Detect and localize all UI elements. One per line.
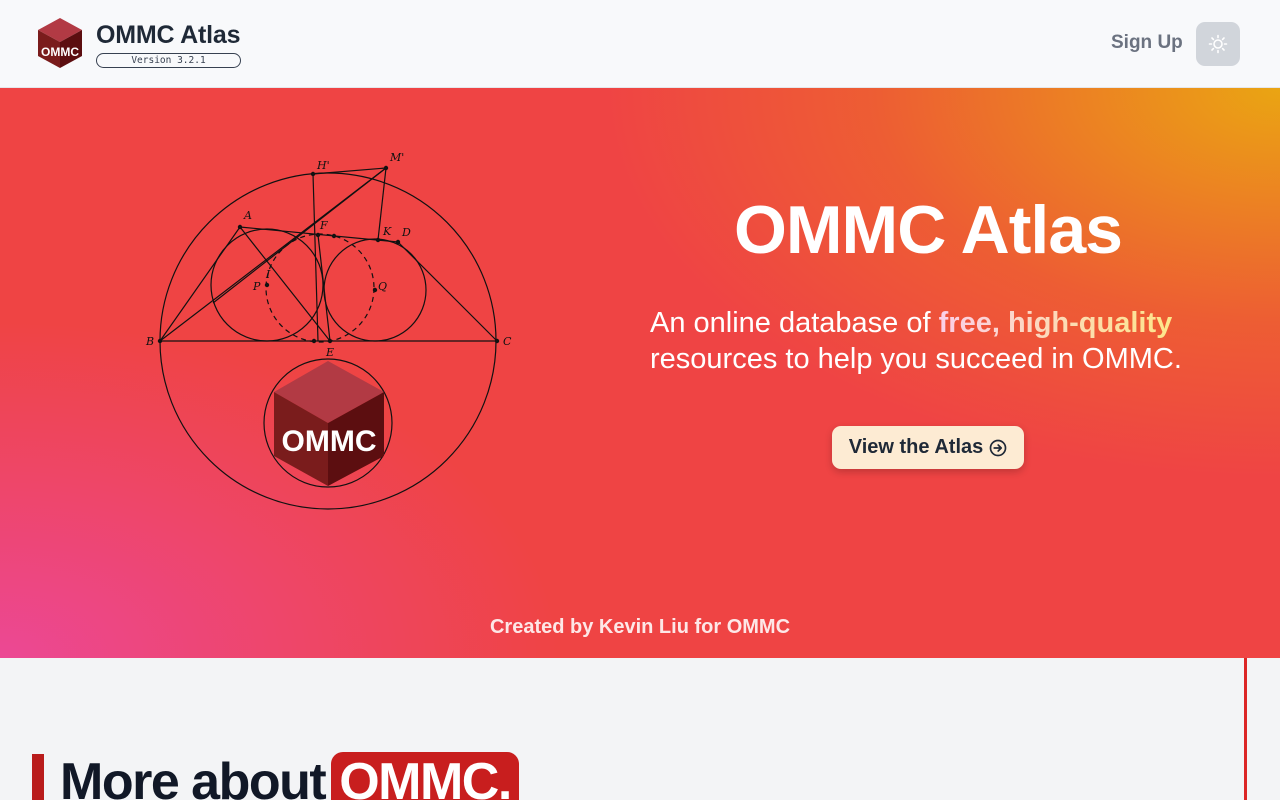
- section-title-text: More about: [60, 753, 327, 800]
- subtitle-highlight: free, high-quality: [938, 307, 1173, 339]
- credit-text: Created by Kevin Liu for OMMC: [489, 616, 791, 638]
- diagram-cube-logo: OMMC: [274, 361, 384, 486]
- hero-section: H' M' A F K D P Q B C E I OMMC OMMC Atla…: [0, 88, 1280, 658]
- label-c: C: [503, 335, 512, 348]
- logo-text: OMMC: [41, 45, 79, 59]
- sun-icon: [1208, 34, 1228, 54]
- label-q: Q: [378, 280, 387, 293]
- diagram-logo-text: OMMC: [282, 425, 377, 458]
- arrow-circle-right-icon: [989, 439, 1007, 456]
- section-title: More about OMMC.: [60, 752, 519, 800]
- hero-title: OMMC Atlas: [734, 192, 1123, 268]
- theme-toggle-button[interactable]: [1196, 22, 1240, 66]
- ommc-logo-icon: OMMC: [38, 18, 82, 68]
- section-accent-bar: [32, 754, 44, 800]
- label-i: I: [265, 268, 271, 281]
- label-p: P: [252, 280, 261, 293]
- subtitle-text-start: An online database of: [650, 307, 939, 339]
- label-e: E: [325, 346, 334, 359]
- hero-subtitle: An online database of free, high-quality…: [650, 305, 1230, 377]
- label-f: F: [319, 219, 328, 232]
- version-badge: Version 3.2.1: [96, 53, 241, 68]
- label-b: B: [145, 335, 154, 348]
- label-d: D: [401, 226, 411, 239]
- label-k: K: [382, 225, 392, 238]
- view-atlas-label: View the Atlas: [848, 436, 984, 458]
- label-a: A: [243, 209, 252, 222]
- sign-up-link[interactable]: Sign Up: [1111, 32, 1183, 54]
- subtitle-text-end: resources to help you succeed in OMMC.: [650, 343, 1182, 375]
- label-h-prime: H': [316, 159, 330, 172]
- timeline-rule: [1244, 658, 1247, 800]
- geometry-diagram: H' M' A F K D P Q B C E I OMMC: [145, 151, 512, 510]
- site-title: OMMC Atlas: [96, 21, 241, 49]
- brand-link[interactable]: OMMC OMMC Atlas Version 3.2.1: [36, 16, 241, 70]
- section-title-badge: OMMC.: [331, 752, 519, 800]
- label-m-prime: M': [389, 151, 404, 164]
- top-navbar: OMMC OMMC Atlas Version 3.2.1 Sign Up: [0, 0, 1280, 88]
- view-atlas-button[interactable]: View the Atlas: [832, 426, 1024, 469]
